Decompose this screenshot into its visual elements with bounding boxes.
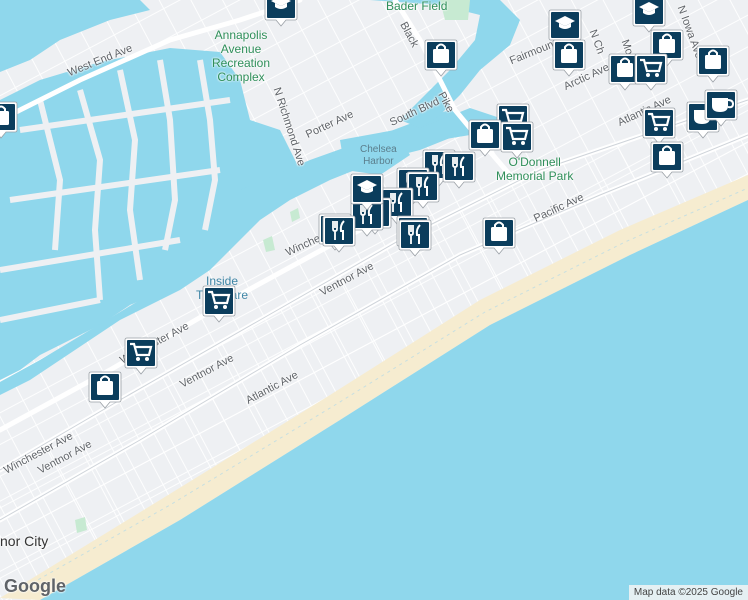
map-marker-shopping[interactable] — [650, 140, 684, 180]
map-marker-shopping[interactable] — [552, 38, 586, 78]
shopping-cart-icon — [124, 337, 158, 375]
fork-knife-icon — [398, 219, 432, 257]
graduation-cap-icon — [350, 173, 384, 211]
bader-field-park — [440, 0, 470, 20]
map-attribution: Map data ©2025 Google — [628, 585, 748, 600]
map-marker-shopping[interactable] — [696, 44, 730, 84]
map-marker-education[interactable] — [264, 0, 298, 28]
map-marker-grocery[interactable] — [124, 336, 158, 376]
shopping-bag-icon — [0, 101, 18, 139]
shopping-cart-icon — [634, 53, 668, 91]
shopping-bag-icon — [552, 39, 586, 77]
map-marker-restaurant[interactable] — [398, 218, 432, 258]
shopping-cart-icon — [202, 285, 236, 323]
map-marker-shopping[interactable] — [0, 100, 18, 140]
shopping-bag-icon — [88, 371, 122, 409]
map-canvas[interactable]: West End Ave Annapolis Avenue Recreation… — [0, 0, 748, 600]
shopping-bag-icon — [482, 217, 516, 255]
map-marker-shopping[interactable] — [482, 216, 516, 256]
shopping-bag-icon — [650, 141, 684, 179]
map-marker-grocery[interactable] — [500, 120, 534, 160]
coffee-cup-icon — [704, 89, 738, 127]
map-marker-shopping[interactable] — [88, 370, 122, 410]
graduation-cap-icon — [264, 0, 298, 27]
shopping-bag-icon — [696, 45, 730, 83]
shopping-cart-icon — [500, 121, 534, 159]
map-marker-cafe[interactable] — [704, 88, 738, 128]
map-marker-shopping[interactable] — [424, 38, 458, 78]
map-marker-restaurant[interactable] — [322, 214, 356, 254]
fork-knife-icon — [322, 215, 356, 253]
google-logo[interactable]: Google — [4, 576, 66, 597]
shopping-bag-icon — [424, 39, 458, 77]
map-marker-grocery[interactable] — [634, 52, 668, 92]
map-marker-restaurant[interactable] — [442, 150, 476, 190]
map-marker-education[interactable] — [350, 172, 384, 212]
fork-knife-icon — [442, 151, 476, 189]
map-marker-grocery[interactable] — [202, 284, 236, 324]
